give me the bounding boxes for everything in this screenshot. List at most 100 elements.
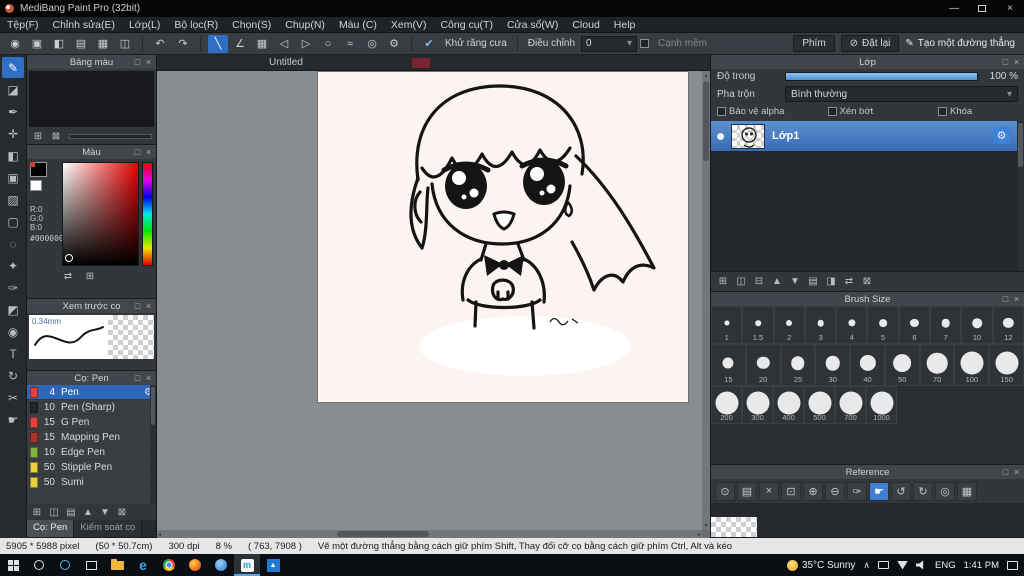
brush-item[interactable]: 50 Sumi: [27, 475, 156, 490]
add-color-icon[interactable]: ⊞: [83, 269, 97, 283]
chrome-icon[interactable]: [156, 554, 182, 576]
brush-size-12[interactable]: 12: [992, 306, 1024, 344]
popout-icon[interactable]: □: [1000, 466, 1011, 477]
layout-icon[interactable]: ◫: [115, 35, 135, 53]
cortana-button[interactable]: [52, 554, 78, 576]
menu-item-3[interactable]: Bộ lọc(R): [167, 19, 225, 31]
brush-size-30[interactable]: 30: [815, 344, 851, 386]
palette-gradient-bar[interactable]: [69, 134, 152, 139]
edge-icon[interactable]: e: [130, 554, 156, 576]
popout-icon[interactable]: □: [1000, 56, 1011, 67]
language-indicator[interactable]: ENG: [935, 560, 956, 571]
transfer-layer-icon[interactable]: ⇄: [842, 275, 856, 289]
open-reference-icon[interactable]: ▤: [737, 481, 757, 501]
swap-colors-icon[interactable]: ⇄: [61, 269, 75, 283]
brush-size-700[interactable]: 700: [835, 386, 866, 424]
menu-item-2[interactable]: Lớp(L): [122, 19, 167, 31]
brush-item[interactable]: 10 Pen (Sharp): [27, 400, 156, 415]
fit-view-icon[interactable]: ⊡: [781, 481, 801, 501]
eyedropper-icon[interactable]: ✑: [847, 481, 867, 501]
document-tab[interactable]: Untitled: [269, 57, 303, 68]
brush-size-50[interactable]: 50: [884, 344, 920, 386]
zoom-in-icon[interactable]: ⊕: [803, 481, 823, 501]
brush-size-25[interactable]: 25: [780, 344, 816, 386]
search-button[interactable]: [26, 554, 52, 576]
weather-widget[interactable]: 35°C Sunny: [786, 559, 855, 571]
close-icon[interactable]: ×: [143, 372, 154, 383]
rotate-ccw-icon[interactable]: ↺: [891, 481, 911, 501]
brush-item[interactable]: 15 Mapping Pen: [27, 430, 156, 445]
key-button[interactable]: Phím: [793, 35, 835, 52]
reset-button[interactable]: ⊘ Đặt lại: [840, 35, 900, 52]
soft-edge-checkbox[interactable]: [640, 39, 650, 48]
add-palette-icon[interactable]: ⊞: [31, 130, 45, 144]
brush-size-40[interactable]: 40: [850, 344, 885, 386]
menu-item-1[interactable]: Chỉnh sửa(E): [46, 19, 122, 31]
merge-layer-icon[interactable]: ⊟: [752, 275, 766, 289]
target-icon[interactable]: ◎: [935, 481, 955, 501]
eraser-tool[interactable]: ◪: [2, 79, 24, 100]
angle-right-tool[interactable]: ▷: [296, 35, 316, 53]
layer-settings-gear-icon[interactable]: ⚙: [993, 127, 1010, 144]
move-tool[interactable]: ✛: [2, 123, 24, 144]
brush-size-20[interactable]: 20: [745, 344, 781, 386]
palette-swatch-area[interactable]: [29, 71, 154, 127]
brush-size-150[interactable]: 150: [989, 344, 1024, 386]
brush-size-70[interactable]: 70: [919, 344, 955, 386]
duplicate-brush-icon[interactable]: ◫: [47, 505, 61, 519]
medibang-taskbar-icon[interactable]: m: [234, 554, 260, 576]
brush-size-500[interactable]: 500: [804, 386, 835, 424]
network-icon[interactable]: [897, 560, 909, 570]
ellipse-tool[interactable]: ○: [318, 35, 338, 53]
hand-tool[interactable]: ☛: [2, 409, 24, 430]
blend-mode-dropdown[interactable]: Bình thường ▾: [785, 86, 1018, 102]
delete-brush-icon[interactable]: ⊠: [115, 505, 129, 519]
tab-brush-control[interactable]: Kiểm soát cọ: [74, 520, 143, 537]
gradient-tool[interactable]: ▨: [2, 189, 24, 210]
popout-icon[interactable]: □: [132, 146, 143, 157]
hue-slider[interactable]: [142, 162, 153, 266]
pin-icon[interactable]: ⊙: [715, 481, 735, 501]
popout-icon[interactable]: □: [132, 56, 143, 67]
menu-item-9[interactable]: Cửa sổ(W): [500, 19, 565, 31]
close-button[interactable]: ×: [996, 0, 1024, 17]
duplicate-layer-icon[interactable]: ◫: [734, 275, 748, 289]
brush-down-icon[interactable]: ▼: [98, 505, 112, 519]
alpha-protect-checkbox[interactable]: [717, 107, 726, 116]
select-pen-tool[interactable]: ✑: [2, 277, 24, 298]
menu-item-10[interactable]: Cloud: [565, 19, 606, 31]
document-tab-marker[interactable]: [412, 58, 430, 68]
brush-size-1000[interactable]: 1000: [866, 386, 897, 424]
eyedropper-tool[interactable]: ◉: [2, 321, 24, 342]
browser-icon[interactable]: [208, 554, 234, 576]
brush-size-5[interactable]: 5: [867, 306, 899, 344]
brush-tool[interactable]: ✎: [2, 57, 24, 78]
zoom-out-icon[interactable]: ⊖: [825, 481, 845, 501]
clip-layer-icon[interactable]: ◨: [824, 275, 838, 289]
close-icon[interactable]: ×: [1011, 466, 1022, 477]
line-tool[interactable]: ╲: [208, 34, 228, 53]
layer-list-scrollbar[interactable]: [1017, 121, 1024, 271]
curve-tool[interactable]: ≈: [340, 35, 360, 53]
file-explorer-icon[interactable]: [104, 554, 130, 576]
close-icon[interactable]: ×: [143, 56, 154, 67]
close-reference-icon[interactable]: ×: [759, 481, 779, 501]
brush-size-4[interactable]: 4: [836, 306, 868, 344]
menu-item-6[interactable]: Màu (C): [332, 19, 384, 31]
text-tool[interactable]: T: [2, 343, 24, 364]
lasso-tool[interactable]: ◌: [2, 233, 24, 254]
popout-icon[interactable]: □: [132, 372, 143, 383]
horizontal-scrollbar[interactable]: ◂ ▸: [157, 530, 702, 538]
layer-visibility-toggle[interactable]: [717, 132, 724, 140]
undo-button[interactable]: ↶: [150, 35, 170, 53]
divide-tool[interactable]: ✂: [2, 387, 24, 408]
delete-layer-icon[interactable]: ⊠: [860, 275, 874, 289]
vertical-scrollbar[interactable]: ▴ ▾: [702, 71, 710, 530]
add-layer-icon[interactable]: ⊞: [716, 275, 730, 289]
brush-size-7[interactable]: 7: [930, 306, 962, 344]
pages-icon[interactable]: ▤: [71, 35, 91, 53]
delete-palette-icon[interactable]: ⊠: [49, 130, 63, 144]
rotate-tool[interactable]: ↻: [2, 365, 24, 386]
firefox-icon[interactable]: [182, 554, 208, 576]
close-icon[interactable]: ×: [1011, 293, 1022, 304]
